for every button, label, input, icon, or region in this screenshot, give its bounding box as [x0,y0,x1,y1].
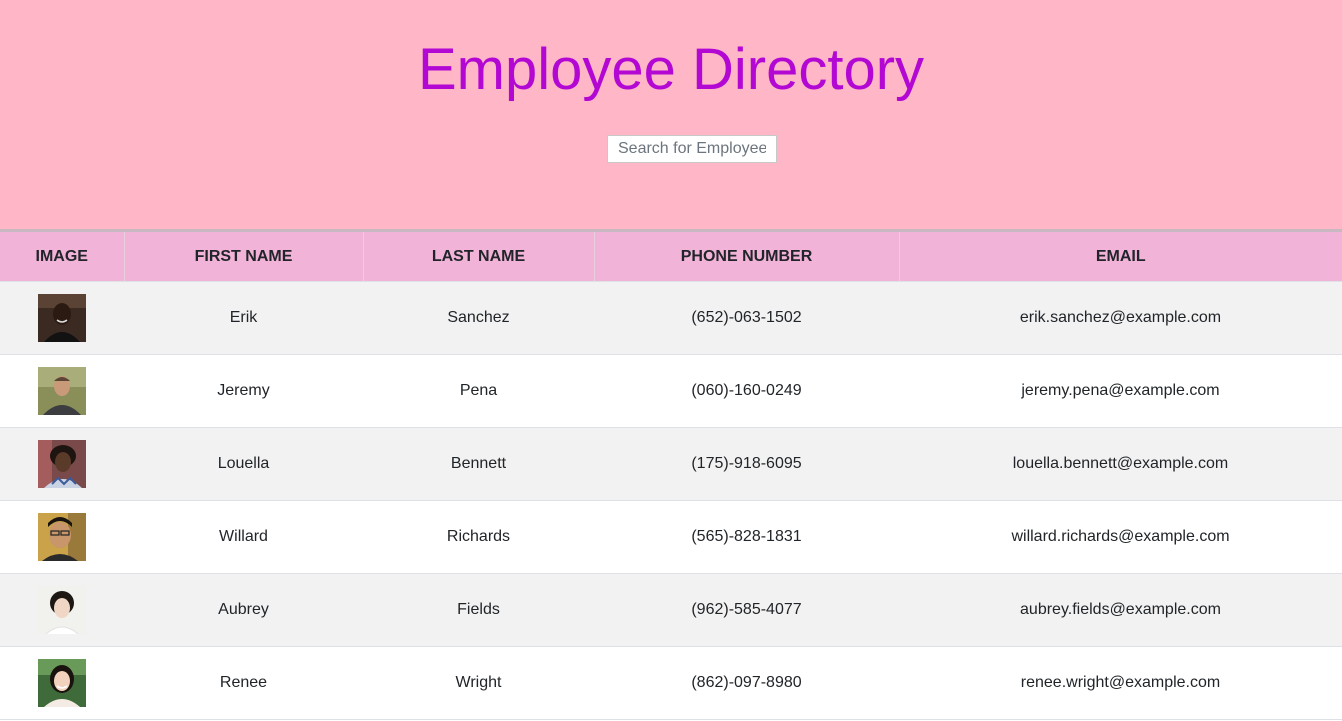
email-cell: aubrey.fields@example.com [1020,601,1221,618]
table-header: IMAGE FIRST NAME LAST NAME PHONE NUMBER … [0,230,1342,282]
table-row: Aubrey Fields (962)-585-4077 aubrey.fiel… [0,573,1342,647]
first-name-cell: Jeremy [217,382,270,399]
column-header-phone-number[interactable]: PHONE NUMBER [594,230,900,282]
employee-search-input[interactable] [607,135,777,163]
phone-cell: (175)-918-6095 [691,455,802,472]
page-title: Employee Directory [417,37,925,102]
last-name-cell: Wright [455,674,502,691]
email-cell: jeremy.pena@example.com [1021,382,1220,399]
email-cell: erik.sanchez@example.com [1019,309,1222,326]
image-cell [0,355,124,428]
image-cell [0,501,124,574]
column-header-first-name[interactable]: FIRST NAME [124,230,364,282]
phone-cell: (060)-160-0249 [691,382,802,399]
last-name-cell: Pena [459,382,498,399]
phone-cell: (565)-828-1831 [691,528,802,545]
email-cell: louella.bennett@example.com [1012,455,1229,472]
first-name-cell: Louella [217,455,270,472]
page-header: Employee Directory [0,0,1342,229]
image-cell [0,647,124,720]
phone-cell: (862)-097-8980 [691,674,802,691]
employee-photo [38,659,86,707]
column-header-last-name[interactable]: LAST NAME [363,230,595,282]
employee-table: IMAGE FIRST NAME LAST NAME PHONE NUMBER … [0,229,1342,720]
table-row: Willard Richards (565)-828-1831 willard.… [0,500,1342,574]
column-header-image[interactable]: IMAGE [0,230,125,282]
table-body: Erik Sanchez (652)-063-1502 erik.sanchez… [0,281,1342,720]
image-cell [0,428,124,501]
image-cell [0,282,124,355]
first-name-cell: Willard [219,528,268,545]
column-header-email[interactable]: EMAIL [899,230,1342,282]
first-name-cell: Renee [219,674,268,691]
email-cell: renee.wright@example.com [1020,674,1221,691]
first-name-cell: Aubrey [218,601,269,618]
table-row: Renee Wright (862)-097-8980 renee.wright… [0,646,1342,720]
last-name-cell: Sanchez [447,309,510,326]
last-name-cell: Bennett [450,455,507,472]
table-row: Erik Sanchez (652)-063-1502 erik.sanchez… [0,281,1342,355]
employee-photo [38,294,86,342]
last-name-cell: Fields [457,601,500,618]
email-cell: willard.richards@example.com [1011,528,1230,545]
phone-cell: (652)-063-1502 [691,309,802,326]
table-header-row: IMAGE FIRST NAME LAST NAME PHONE NUMBER … [0,230,1342,282]
first-name-cell: Erik [229,309,258,326]
employee-photo [38,513,86,561]
employee-photo [38,586,86,634]
employee-photo [38,367,86,415]
image-cell [0,574,124,647]
table-row: Louella Bennett (175)-918-6095 louella.b… [0,427,1342,501]
phone-cell: (962)-585-4077 [691,601,802,618]
table-row: Jeremy Pena (060)-160-0249 jeremy.pena@e… [0,354,1342,428]
last-name-cell: Richards [446,528,511,545]
employee-photo [38,440,86,488]
